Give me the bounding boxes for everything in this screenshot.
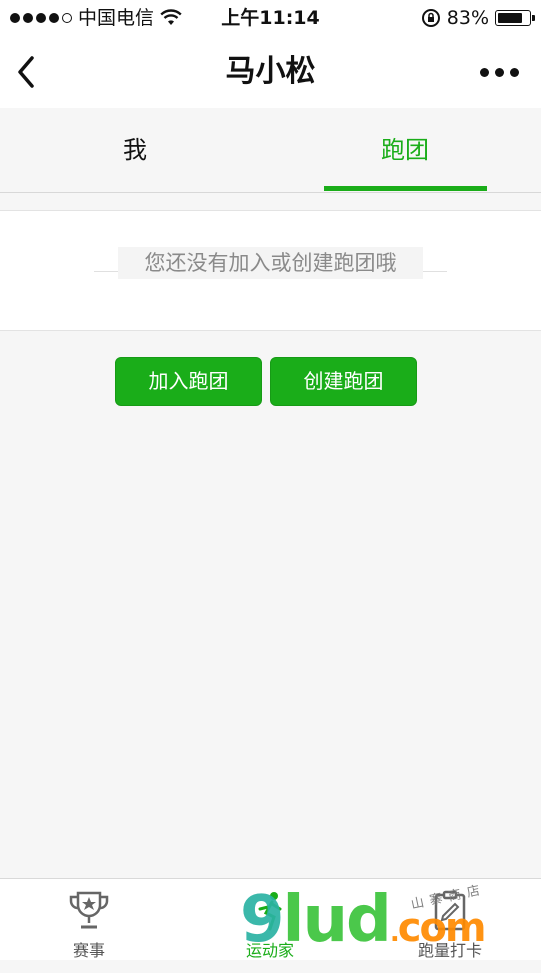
tab-me[interactable]: 我 bbox=[0, 108, 270, 192]
tab-bar-top: 我 跑团 bbox=[0, 108, 541, 193]
clipboard-icon bbox=[434, 890, 466, 931]
page-title: 马小松 bbox=[225, 54, 316, 89]
battery-percent: 83% bbox=[446, 7, 489, 29]
join-club-button[interactable]: 加入跑团 bbox=[115, 357, 262, 406]
active-tab-indicator bbox=[324, 186, 487, 191]
tab-checkin-label: 跑量打卡 bbox=[417, 941, 482, 960]
tab-events-label: 赛事 bbox=[72, 941, 105, 960]
create-club-button[interactable]: 创建跑团 bbox=[270, 357, 417, 406]
status-bar: 中国电信 上午11:14 83% bbox=[0, 0, 541, 36]
bottom-tab-bar: 赛事 运动家 跑量打卡 bbox=[0, 878, 541, 960]
runner-icon bbox=[258, 892, 282, 931]
tab-sports[interactable]: 运动家 bbox=[200, 879, 340, 961]
rotation-lock-icon bbox=[421, 9, 440, 27]
tab-sports-label: 运动家 bbox=[245, 941, 294, 960]
trophy-icon bbox=[69, 891, 109, 929]
tab-events[interactable]: 赛事 bbox=[19, 879, 159, 961]
nav-bar: 马小松 bbox=[0, 36, 541, 108]
empty-state: 您还没有加入或创建跑团哦 bbox=[0, 210, 541, 331]
battery-level bbox=[498, 13, 522, 23]
battery-icon bbox=[495, 10, 535, 26]
more-icon bbox=[480, 68, 489, 77]
more-button[interactable] bbox=[480, 68, 519, 77]
tab-mileage-checkin[interactable]: 跑量打卡 bbox=[380, 879, 520, 961]
status-right: 83% bbox=[421, 0, 535, 36]
empty-state-text: 您还没有加入或创建跑团哦 bbox=[118, 247, 423, 279]
tab-running-club[interactable]: 跑团 bbox=[270, 108, 540, 192]
